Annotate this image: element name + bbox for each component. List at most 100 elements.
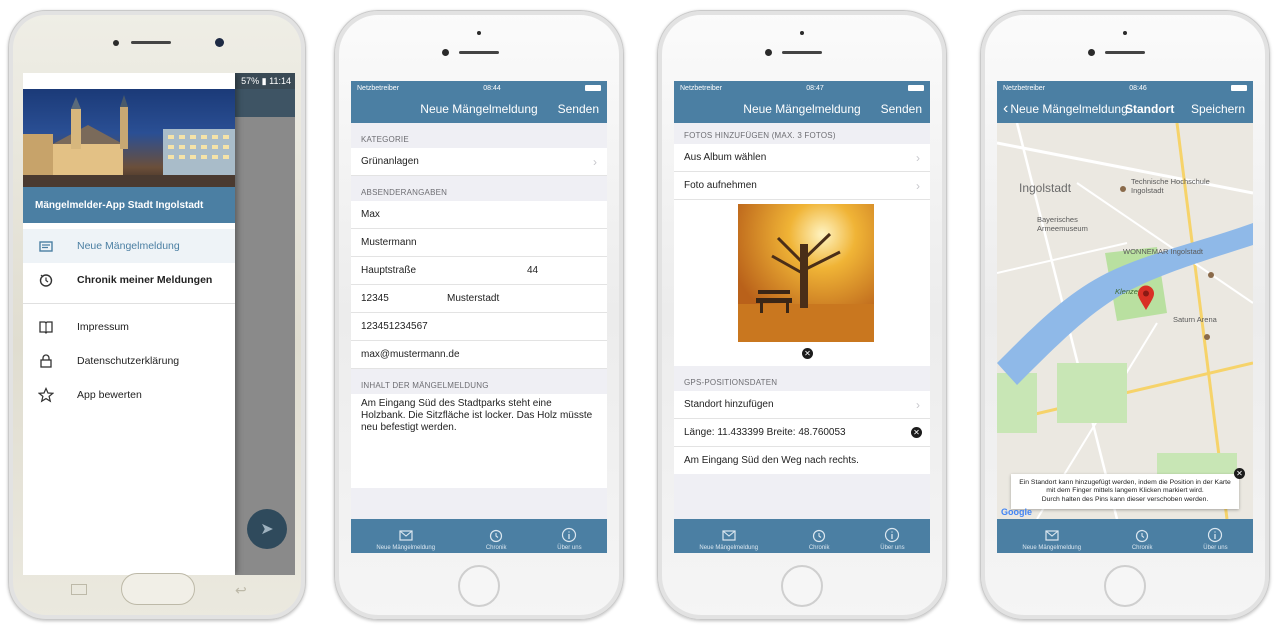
map-label-saturn-arena: Saturn Arena xyxy=(1173,315,1217,324)
description-text: Am Eingang Süd des Stadtparks steht eine… xyxy=(361,398,593,433)
send-fab-button[interactable]: ➤ xyxy=(247,509,287,549)
camera-dot xyxy=(765,49,772,56)
tab-ueber-uns[interactable]: Über uns xyxy=(1203,527,1228,553)
map-view[interactable]: Ingolstadt Technische Hochschule Ingolst… xyxy=(997,123,1253,519)
lastname-field[interactable]: Mustermann xyxy=(351,229,607,257)
drawer-item-app-bewerten[interactable]: App bewerten xyxy=(23,378,235,412)
tab-bar: Neue Mängelmeldung Chronik Über uns xyxy=(674,519,930,553)
zip-field[interactable]: 12345 Musterstadt xyxy=(351,285,607,313)
street-field[interactable]: Hauptstraße 44 xyxy=(351,257,607,285)
save-button[interactable]: Speichern xyxy=(1191,102,1245,116)
section-header-fotos: FOTOS HINZUFÜGEN (MAX. 3 FOTOS) xyxy=(674,123,930,144)
tab-neue-maengelmeldung[interactable]: Neue Mängelmeldung xyxy=(1022,527,1081,553)
standort-label: Standort hinzufügen xyxy=(684,399,774,410)
close-hint-button[interactable]: ✕ xyxy=(1234,467,1245,479)
tab-label: Über uns xyxy=(880,545,905,551)
carrier-label: Netzbetreiber xyxy=(680,84,723,92)
tab-chronik[interactable]: Chronik xyxy=(1132,527,1153,553)
status-battery-time: 57% ▮ 11:14 xyxy=(241,75,291,86)
iphone-frame-2: Netzbetreiber 08:47 Neue Mängelmeldung S… xyxy=(657,10,947,620)
phone-value: 123451234567 xyxy=(361,321,428,332)
drawer-item-label: Impressum xyxy=(77,321,129,333)
city-field[interactable]: Musterstadt xyxy=(447,293,499,304)
camera-dot xyxy=(442,49,449,56)
speaker-grille xyxy=(782,51,822,54)
back-button[interactable]: ‹ Neue Mängelmeldung xyxy=(1003,100,1128,118)
front-camera xyxy=(215,38,224,47)
city-header-image xyxy=(23,89,235,187)
history-icon xyxy=(37,271,55,289)
tab-label: Neue Mängelmeldung xyxy=(376,545,436,551)
sensor-dot xyxy=(800,31,804,35)
send-button[interactable]: Senden xyxy=(881,102,922,116)
home-button[interactable] xyxy=(1104,565,1146,607)
history-icon xyxy=(813,529,826,543)
album-row[interactable]: Aus Album wählen › xyxy=(674,144,930,172)
star-icon xyxy=(37,386,55,404)
location-pin-icon[interactable] xyxy=(1137,285,1155,311)
chevron-right-icon: › xyxy=(593,154,597,169)
description-textarea[interactable]: Am Eingang Süd des Stadtparks steht eine… xyxy=(351,394,607,488)
tab-neue-maengelmeldung[interactable]: Neue Mängelmeldung xyxy=(699,527,758,553)
housenr-field[interactable]: 44 xyxy=(527,265,538,276)
camera-dot xyxy=(1088,49,1095,56)
phone-field[interactable]: 123451234567 xyxy=(351,313,607,341)
tab-bar: Neue Mängelmeldung Chronik Über uns xyxy=(351,519,607,553)
camera-row[interactable]: Foto aufnehmen › xyxy=(674,172,930,200)
coordinates-row: Länge: 11.433399 Breite: 48.760053 ✕ xyxy=(674,419,930,447)
sensor-dot xyxy=(1123,31,1127,35)
report-icon xyxy=(37,237,55,255)
back-label: Neue Mängelmeldung xyxy=(1010,102,1128,116)
kategorie-value: Grünanlagen xyxy=(361,156,419,167)
tab-ueber-uns[interactable]: Über uns xyxy=(880,527,905,553)
drawer-item-chronik[interactable]: Chronik meiner Meldungen xyxy=(23,263,235,297)
send-button[interactable]: Senden xyxy=(558,102,599,116)
drawer-item-impressum[interactable]: Impressum xyxy=(23,310,235,344)
hint-text-2: Durch halten des Pins kann dieser versch… xyxy=(1041,495,1209,503)
map-label-ingolstadt: Ingolstadt xyxy=(1019,181,1072,195)
iphone-frame-1: Netzbetreiber 08:44 Neue Mängelmeldung S… xyxy=(334,10,624,620)
tab-chronik[interactable]: Chronik xyxy=(486,527,507,553)
drawer-title: Mängelmelder-App Stadt Ingolstadt xyxy=(23,187,235,223)
tab-chronik[interactable]: Chronik xyxy=(809,527,830,553)
home-button[interactable] xyxy=(781,565,823,607)
coordinates-value: Länge: 11.433399 Breite: 48.760053 xyxy=(684,427,846,438)
chevron-right-icon: › xyxy=(916,178,920,193)
map-label-wonnemar: WONNEMAR Ingolstadt xyxy=(1123,247,1204,256)
status-time: 08:46 xyxy=(1129,84,1147,92)
zip-value: 12345 xyxy=(361,293,389,304)
remove-photo-button[interactable]: ✕ xyxy=(802,348,813,359)
firstname-field[interactable]: Max xyxy=(351,201,607,229)
firstname-value: Max xyxy=(361,209,380,220)
chevron-right-icon: › xyxy=(916,150,920,165)
camera-dot xyxy=(113,40,119,46)
chevron-right-icon: › xyxy=(916,397,920,412)
street-value: Hauptstraße xyxy=(361,265,417,276)
back-icon[interactable]: ↩ xyxy=(235,582,247,599)
carrier-label: Netzbetreiber xyxy=(357,84,400,92)
battery-icon xyxy=(908,85,924,91)
home-button[interactable] xyxy=(121,573,195,605)
clear-location-button[interactable]: ✕ xyxy=(911,427,922,438)
lastname-value: Mustermann xyxy=(361,237,417,248)
tab-neue-maengelmeldung[interactable]: Neue Mängelmeldung xyxy=(376,527,435,553)
battery-icon xyxy=(1231,85,1247,91)
add-location-row[interactable]: Standort hinzufügen › xyxy=(674,391,930,419)
location-description-field[interactable]: Am Eingang Süd den Weg nach rechts. xyxy=(674,447,930,474)
tab-ueber-uns[interactable]: Über uns xyxy=(557,527,582,553)
photo-container: ✕ xyxy=(674,200,930,366)
speaker-grille xyxy=(131,41,171,44)
ios-screen-map: Netzbetreiber 08:46 ‹ Neue Mängelmeldung … xyxy=(997,81,1253,553)
hint-text-1: Ein Standort kann hinzugefügt werden, in… xyxy=(1019,478,1231,495)
drawer-item-datenschutz[interactable]: Datenschutzerklärung xyxy=(23,344,235,378)
drawer-item-label: App bewerten xyxy=(77,389,142,401)
drawer-item-neue-maengelmeldung[interactable]: Neue Mängelmeldung xyxy=(23,229,235,263)
email-field[interactable]: max@mustermann.de xyxy=(351,341,607,369)
home-button[interactable] xyxy=(458,565,500,607)
speaker-grille xyxy=(1105,51,1145,54)
kategorie-row[interactable]: Grünanlagen › xyxy=(351,148,607,176)
location-description: Am Eingang Süd den Weg nach rechts. xyxy=(684,455,859,466)
history-icon xyxy=(490,529,503,543)
recent-apps-icon[interactable] xyxy=(71,584,87,595)
city-skyline-icon xyxy=(23,95,235,187)
